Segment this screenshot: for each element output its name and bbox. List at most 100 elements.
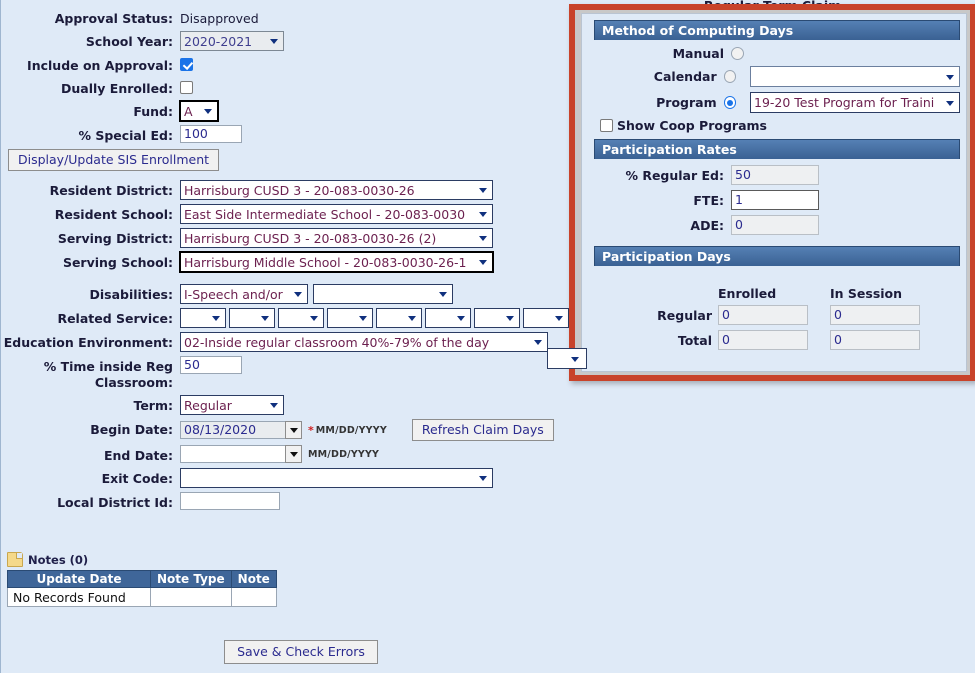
- form-row-resident-school: Resident School: East Side Intermediate …: [1, 204, 601, 224]
- related-service-select-wrap-6: [425, 308, 471, 328]
- notes-empty-cell-type: [150, 587, 232, 607]
- begin-date-format-hint: MM/DD/YYYY: [315, 424, 387, 436]
- serving-school-select-wrap: Harrisburg Middle School - 20-083-0030-2…: [179, 251, 494, 273]
- method-row-calendar: Calendar: [594, 66, 960, 87]
- display-update-sis-enrollment-button[interactable]: Display/Update SIS Enrollment: [8, 149, 220, 171]
- pct-time-reg-classroom-input[interactable]: [180, 356, 242, 374]
- related-service-select-8-partial[interactable]: [547, 348, 587, 369]
- ade-input[interactable]: [731, 215, 819, 235]
- school-year-label: School Year:: [85, 34, 173, 49]
- related-service-select-wrap-1: [180, 308, 226, 328]
- form-row-dually-enrolled: Dually Enrolled:: [1, 78, 601, 97]
- method-section-header: Method of Computing Days: [594, 20, 960, 40]
- pct-time-reg-classroom-label: % Time inside Reg Classroom:: [43, 359, 173, 390]
- serving-district-select[interactable]: Harrisburg CUSD 3 - 20-083-0030-26 (2): [180, 228, 493, 248]
- resident-school-select-wrap: East Side Intermediate School - 20-083-0…: [180, 204, 493, 224]
- notes-col-update-date: Update Date: [7, 570, 151, 588]
- begin-date-label: Begin Date:: [90, 422, 173, 437]
- save-check-errors-button[interactable]: Save & Check Errors: [224, 640, 378, 664]
- program-select[interactable]: 19-20 Test Program for Traini: [750, 92, 960, 113]
- calendar-select[interactable]: [750, 66, 960, 87]
- disabilities-secondary-select-wrap: [313, 284, 453, 304]
- related-service-select-wrap-7: [474, 308, 520, 328]
- include-on-approval-checkbox[interactable]: [180, 58, 193, 71]
- notes-col-note: Note: [230, 570, 277, 588]
- education-environment-select-wrap: 02-Inside regular classroom 40%-79% of t…: [180, 332, 548, 352]
- begin-date-required-marker: *: [308, 423, 314, 437]
- approval-status-value: Disapproved: [180, 11, 259, 26]
- show-coop-programs-checkbox[interactable]: [600, 119, 613, 132]
- dually-enrolled-checkbox[interactable]: [180, 81, 193, 94]
- end-date-calendar-icon[interactable]: [285, 445, 302, 463]
- rates-row-pct-regular-ed: % Regular Ed:: [594, 165, 960, 185]
- education-environment-select[interactable]: 02-Inside regular classroom 40%-79% of t…: [180, 332, 548, 352]
- related-service-select-6[interactable]: [425, 308, 471, 328]
- serving-school-select[interactable]: Harrisburg Middle School - 20-083-0030-2…: [179, 251, 494, 273]
- form-row-serving-school: Serving School: Harrisburg Middle School…: [1, 251, 601, 273]
- term-label: Term:: [133, 398, 173, 413]
- notes-folder-icon: [7, 552, 23, 567]
- fund-select[interactable]: A: [179, 100, 219, 122]
- approval-status-label: Approval Status:: [54, 11, 173, 26]
- show-coop-row: Show Coop Programs: [600, 118, 960, 133]
- days-regular-label: Regular: [657, 307, 712, 323]
- days-total-enrolled-input[interactable]: [718, 330, 808, 350]
- form-row-exit-code: Exit Code:: [1, 468, 601, 488]
- days-total-in-session-input[interactable]: [830, 330, 920, 350]
- pct-special-ed-input[interactable]: [180, 125, 242, 143]
- term-select[interactable]: Regular: [180, 395, 284, 415]
- disabilities-label: Disabilities:: [89, 287, 173, 302]
- end-date-label: End Date:: [103, 448, 173, 463]
- related-service-select-5[interactable]: [376, 308, 422, 328]
- local-district-id-input[interactable]: [180, 492, 280, 510]
- notes-col-note-type: Note Type: [150, 570, 232, 588]
- related-service-select-4[interactable]: [327, 308, 373, 328]
- related-service-select-7[interactable]: [474, 308, 520, 328]
- resident-school-select[interactable]: East Side Intermediate School - 20-083-0…: [180, 204, 493, 224]
- notes-empty-message: No Records Found: [7, 587, 151, 607]
- fte-input[interactable]: [731, 190, 819, 210]
- form-row-term: Term: Regular: [1, 395, 601, 415]
- program-radio[interactable]: [723, 96, 736, 109]
- resident-district-select[interactable]: Harrisburg CUSD 3 - 20-083-0030-26: [180, 180, 493, 200]
- form-row-include-approval: Include on Approval:: [1, 55, 601, 74]
- table-row: No Records Found: [7, 587, 277, 607]
- exit-code-label: Exit Code:: [101, 471, 173, 486]
- related-service-select-2[interactable]: [229, 308, 275, 328]
- form-row-education-environment: Education Environment: 02-Inside regular…: [1, 332, 601, 352]
- pct-regular-ed-input[interactable]: [731, 165, 819, 185]
- form-row-disabilities: Disabilities: I-Speech and/or: [1, 284, 601, 304]
- education-environment-label: Education Environment:: [3, 335, 173, 350]
- disabilities-secondary-select[interactable]: [313, 284, 453, 304]
- rates-section-header: Participation Rates: [594, 139, 960, 159]
- manual-radio[interactable]: [731, 47, 744, 60]
- notes-section: Notes (0) Update Date Note Type Note No …: [7, 552, 277, 607]
- refresh-claim-days-button[interactable]: Refresh Claim Days: [411, 419, 554, 441]
- form-row-fund: Fund: A: [1, 100, 601, 122]
- disabilities-primary-select[interactable]: I-Speech and/or: [180, 284, 308, 304]
- exit-code-select-wrap: [180, 468, 493, 488]
- begin-date-input[interactable]: [180, 421, 286, 439]
- school-year-select[interactable]: 2020-2021: [180, 31, 284, 51]
- end-date-input[interactable]: [180, 445, 286, 463]
- days-regular-in-session-input[interactable]: [830, 305, 920, 325]
- related-service-label: Related Service:: [57, 311, 173, 326]
- related-service-select-3[interactable]: [278, 308, 324, 328]
- related-service-select-wrap-8: [523, 308, 569, 328]
- form-row-sis-button: Display/Update SIS Enrollment: [1, 149, 601, 171]
- related-service-select-8[interactable]: [523, 308, 569, 328]
- calendar-select-wrap: [750, 66, 960, 87]
- form-row-local-district-id: Local District Id:: [1, 492, 601, 511]
- begin-date-calendar-icon[interactable]: [285, 421, 302, 439]
- notes-heading-label: Notes (0): [28, 552, 89, 567]
- notes-table: Update Date Note Type Note No Records Fo…: [7, 570, 277, 607]
- disabilities-primary-select-wrap: I-Speech and/or: [180, 284, 308, 304]
- related-service-select-1[interactable]: [180, 308, 226, 328]
- days-row-regular: Regular: [594, 305, 960, 325]
- notes-heading-row[interactable]: Notes (0): [7, 552, 277, 567]
- days-regular-enrolled-input[interactable]: [718, 305, 808, 325]
- serving-district-label: Serving District:: [57, 231, 173, 246]
- exit-code-select[interactable]: [180, 468, 493, 488]
- days-col-enrolled: Enrolled: [718, 286, 777, 301]
- calendar-radio[interactable]: [723, 70, 736, 83]
